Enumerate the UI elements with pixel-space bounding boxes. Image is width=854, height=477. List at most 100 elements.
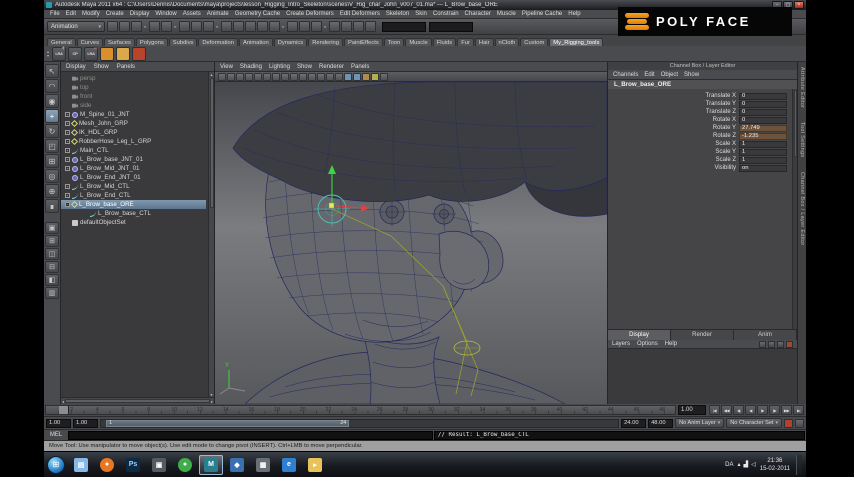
channel-value[interactable]: on (739, 164, 787, 172)
panel-tab-channel-box-layer-editor[interactable]: Channel Box / Layer Editor (799, 172, 805, 246)
universal-manipulator-tool[interactable]: ⊞ (45, 154, 59, 168)
timeline-ruler[interactable]: 2 4 6 8 10 12 14 16 18 20 22 24 26 28 30 32 34 36 38 40 42 44… (45, 405, 676, 415)
network-icon[interactable]: ▟ (744, 461, 749, 468)
app-icon-2[interactable]: ● (173, 455, 197, 475)
shelf-tab-curves[interactable]: Curves (76, 38, 103, 46)
shelf-tab-my-rigging-tools[interactable]: My_Rigging_tools (549, 38, 604, 46)
anim-layer-dropdown[interactable]: No Anim Layer ▾ (675, 418, 725, 428)
outliner-item-robberhose-leg-l-grp[interactable]: + RobberHose_Leg_L_GRP (61, 137, 206, 146)
play-forwards-button[interactable]: ▶ (757, 405, 768, 415)
layer-editor-menu-options[interactable]: Options (637, 341, 658, 347)
scale-tool[interactable]: ◰ (45, 139, 59, 153)
outliner-item-l-brow-base-ctl[interactable]: L_Brow_base_CTL (61, 209, 206, 218)
select-camera-icon[interactable] (218, 72, 226, 81)
delete-layer-icon[interactable] (786, 340, 793, 348)
layer-editor-tab-display[interactable]: Display (608, 330, 671, 340)
outliner-item-l-brow-mid-jnt-01[interactable]: + L_Brow_Mid_JNT_01 (61, 164, 206, 173)
channel-box-menu-channels[interactable]: Channels (613, 72, 638, 78)
animation-preferences-icon[interactable] (795, 418, 804, 428)
grid-icon[interactable] (281, 72, 289, 81)
camera-attributes-icon[interactable] (236, 72, 244, 81)
shelf-tab-dynamics[interactable]: Dynamics (273, 38, 308, 46)
show-manipulator-tool[interactable]: ⊕ (45, 184, 59, 198)
scroll-down-icon[interactable]: ▾ (210, 392, 212, 397)
snap-grid-icon[interactable] (221, 21, 232, 32)
input-connections-icon[interactable] (287, 21, 298, 32)
select-tool[interactable]: ↖ (45, 64, 59, 78)
viewport-menu-shading[interactable]: Shading (240, 64, 262, 70)
firefox-icon[interactable]: ● (95, 455, 119, 475)
panel-tab-tool-settings[interactable]: Tool Settings (799, 122, 805, 157)
shelf-tab-painteffects[interactable]: PaintEffects (343, 38, 383, 46)
windows-explorer-icon[interactable]: ▤ (69, 455, 93, 475)
shelf-tab-ncloth[interactable]: nCloth (494, 38, 520, 46)
outliner-item-ik-hdl-grp[interactable]: + IK_HDL_GRP (61, 128, 206, 137)
menu-display[interactable]: Display (127, 11, 153, 17)
channel-box-menu-object[interactable]: Object (661, 72, 678, 78)
layer-editor-tab-render[interactable]: Render (671, 330, 734, 340)
scroll-right-icon[interactable]: ▸ (211, 399, 213, 404)
shelf-tab-subdivs[interactable]: Subdivs (168, 38, 198, 46)
menu-create[interactable]: Create (103, 11, 127, 17)
snap-curve-icon[interactable] (233, 21, 244, 32)
new-scene-icon[interactable] (107, 21, 118, 32)
wireframe-icon[interactable] (344, 72, 352, 81)
layer-list-empty[interactable] (608, 349, 797, 404)
make-live-icon[interactable] (269, 21, 280, 32)
single-pane-layout-button[interactable]: ▣ (45, 222, 59, 234)
status-group-collapse-icon[interactable]: ▸ (143, 24, 148, 30)
character-set-dropdown[interactable]: No Character Set ▾ (726, 418, 782, 428)
photoshop-icon[interactable]: Ps (121, 455, 145, 475)
shelf-tab-deformation[interactable]: Deformation (198, 38, 238, 46)
expand-toggle-icon[interactable]: + (65, 157, 70, 162)
menu-character[interactable]: Character (462, 11, 494, 17)
outliner-item-side[interactable]: side (61, 101, 206, 110)
shelf-tab-hair[interactable]: Hair (474, 38, 494, 46)
show-desktop-button[interactable] (796, 454, 802, 475)
orange-curve-tool-icon[interactable] (116, 46, 131, 61)
outliner-persp-layout-button[interactable]: ▥ (45, 287, 59, 299)
outliner-list[interactable]: persp top front side + M_Spine_01_JNT + Mesh_Jo… (61, 72, 214, 397)
shelf-tab-fluids[interactable]: Fluids (432, 38, 457, 46)
render-settings-icon[interactable] (365, 21, 376, 32)
auto-keyframe-icon[interactable] (784, 418, 793, 428)
lra-show-icon[interactable]: LRA + (52, 46, 67, 61)
select-hierarchy-icon[interactable] (179, 21, 190, 32)
status-group-collapse-icon[interactable]: ▸ (281, 24, 286, 30)
construction-history-icon[interactable] (299, 21, 310, 32)
two-pane-side-layout-button[interactable]: ◫ (45, 248, 59, 260)
shelf-tab-surfaces[interactable]: Surfaces (104, 38, 135, 46)
menu-set-selector[interactable]: Animation ▾ (47, 21, 105, 32)
shelf-tab-custom[interactable]: Custom (520, 38, 549, 46)
shelf-tab-muscle[interactable]: Muscle (405, 38, 432, 46)
range-end-field-1[interactable]: 24.00 (621, 418, 647, 428)
step-back-frame-button[interactable]: ◀◀ (721, 405, 732, 415)
viewport-menu-panels[interactable]: Panels (351, 64, 369, 70)
viewport-menu-show[interactable]: Show (297, 64, 312, 70)
outliner-item-persp[interactable]: persp (61, 74, 206, 83)
layer-editor-menu-help[interactable]: Help (665, 341, 677, 347)
outliner-item-l-brow-base-jnt-01[interactable]: + L_Brow_base_JNT_01 (61, 155, 206, 164)
save-scene-icon[interactable] (131, 21, 142, 32)
outliner-item-front[interactable]: front (61, 92, 206, 101)
cp-tool-icon[interactable]: CP (68, 46, 83, 61)
internet-explorer-icon[interactable]: e (277, 455, 301, 475)
quick-select-input-1[interactable] (382, 21, 426, 32)
three-pane-layout-button[interactable]: ◧ (45, 274, 59, 286)
image-plane-icon[interactable] (254, 72, 262, 81)
scroll-up-icon[interactable]: ▴ (210, 72, 212, 77)
outliner-item-l-brow-end-ctl[interactable]: + L_Brow_End_CTL (61, 191, 206, 200)
command-input[interactable] (68, 430, 433, 440)
film-gate-icon[interactable] (290, 72, 298, 81)
ipr-render-icon[interactable] (353, 21, 364, 32)
status-group-collapse-icon[interactable]: ▸ (323, 24, 328, 30)
render-view-icon[interactable] (329, 21, 340, 32)
shelf-tab-fur[interactable]: Fur (457, 38, 474, 46)
viewport-3d-canvas[interactable]: Y (215, 82, 607, 404)
resolution-gate-icon[interactable] (299, 72, 307, 81)
channel-value[interactable]: 1 (739, 156, 787, 164)
channel-value[interactable]: 0 (739, 92, 787, 100)
selected-node-name[interactable]: L_Brow_base_ORE (608, 80, 797, 89)
new-empty-layer-icon[interactable] (759, 340, 766, 348)
channel-value[interactable]: 1 (739, 140, 787, 148)
